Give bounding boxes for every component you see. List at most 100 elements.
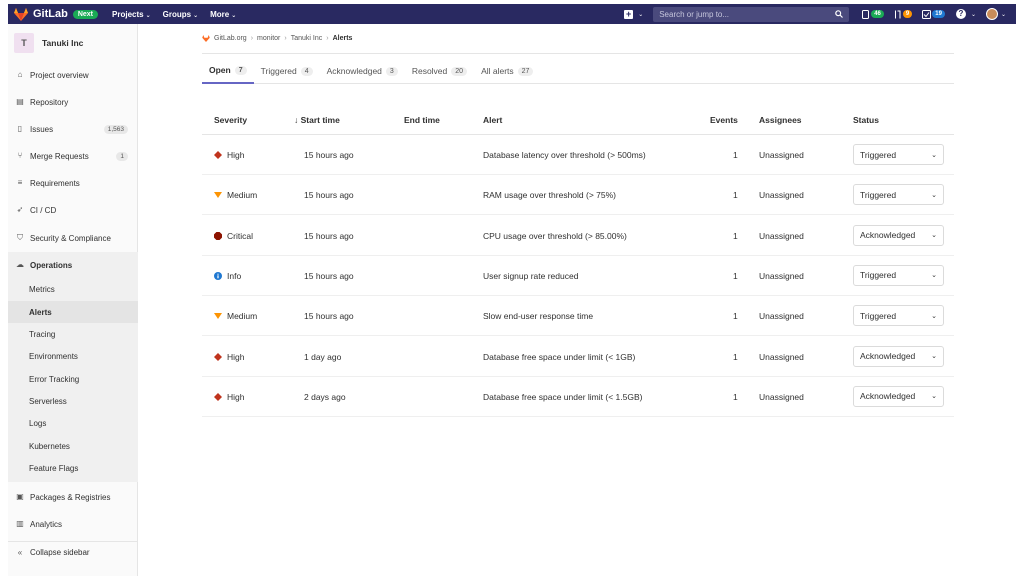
sidebar-subitem-logs[interactable]: Logs	[8, 412, 138, 434]
project-avatar: T	[14, 33, 34, 53]
collapse-sidebar-button[interactable]: « Collapse sidebar	[8, 541, 138, 563]
sidebar-item-operations[interactable]: ☁ Operations	[8, 254, 138, 276]
merge-request-icon	[894, 10, 901, 18]
tab-count: 4	[300, 66, 313, 76]
table-row[interactable]: Medium 15 hours ago Slow end-user response…	[202, 296, 954, 337]
status-dropdown[interactable]: Triggered ⌄	[853, 264, 944, 286]
status-value: Acknowledged	[860, 351, 916, 361]
alert-title-cell[interactable]: User signup rate reduced	[483, 271, 578, 281]
sidebar-item-packages-registries[interactable]: ▣ Packages & Registries	[8, 486, 138, 508]
sidebar-item-merge-requests[interactable]: ⑂ Merge Requests 1	[8, 145, 138, 167]
tab-label: Triggered	[260, 66, 297, 76]
tab-all-alerts[interactable]: All alerts 27	[474, 58, 540, 84]
status-dropdown[interactable]: Acknowledged ⌄	[853, 345, 944, 367]
column-header-severity[interactable]: Severity	[214, 115, 247, 125]
column-header-alert[interactable]: Alert	[483, 115, 502, 125]
status-dropdown[interactable]: Triggered ⌄	[853, 144, 944, 165]
alert-title-cell[interactable]: Slow end-user response time	[483, 311, 593, 321]
assignees-cell: Unassigned	[759, 270, 804, 281]
sidebar-item-repository[interactable]: ▤ Repository	[8, 91, 138, 113]
breadcrumb-tanuki-inc[interactable]: Tanuki Inc	[291, 35, 323, 42]
sidebar-item-ci-cd[interactable]: ➶ CI / CD	[8, 199, 138, 221]
events-cell: 1	[733, 150, 738, 160]
groups-menu[interactable]: Groups ⌄	[163, 10, 198, 19]
sidebar-item-label: Operations	[30, 260, 73, 270]
sidebar-subitem-metrics[interactable]: Metrics	[8, 278, 138, 300]
sidebar-item-label: Analytics	[30, 519, 63, 529]
sidebar-subitem-serverless[interactable]: Serverless	[8, 390, 138, 412]
todos-link[interactable]: 19	[922, 9, 945, 19]
issues-link[interactable]: 46	[862, 9, 884, 19]
breadcrumb-monitor[interactable]: monitor	[257, 35, 280, 42]
merge-requests-link[interactable]: 9	[894, 10, 913, 19]
alert-title-cell[interactable]: Database free space under limit (< 1GB)	[483, 352, 635, 362]
events-cell: 1	[733, 311, 738, 322]
sidebar-item-analytics[interactable]: ▥ Analytics	[8, 513, 138, 535]
severity-high-icon	[214, 151, 222, 159]
severity-cell: High	[214, 150, 244, 160]
search-icon	[835, 10, 844, 18]
tab-label: All alerts	[481, 66, 514, 76]
projects-menu[interactable]: Projects ⌄	[112, 10, 151, 19]
help-dropdown[interactable]: ? ⌄	[955, 9, 976, 19]
column-header-label: Start time	[300, 115, 340, 125]
sidebar-subitem-kubernetes[interactable]: Kubernetes	[8, 435, 138, 457]
severity-label: Medium	[227, 311, 258, 322]
column-header-end-time[interactable]: End time	[404, 115, 440, 125]
table-row[interactable]: High 15 hours ago Database latency over th…	[202, 135, 954, 175]
more-menu-label: More	[210, 9, 230, 19]
column-header-start-time[interactable]: ↓ Start time	[294, 115, 340, 125]
status-dropdown[interactable]: Triggered ⌄	[853, 305, 944, 327]
status-dropdown[interactable]: Acknowledged ⌄	[853, 224, 944, 246]
search-input[interactable]: Search or jump to...	[653, 6, 850, 22]
more-menu[interactable]: More ⌄	[210, 10, 236, 19]
column-header-assignees[interactable]: Assignees	[759, 115, 802, 125]
sidebar-item-project-overview[interactable]: ⌂ Project overview	[8, 64, 138, 86]
table-row[interactable]: Info 15 hours ago User signup rate reduced…	[202, 256, 954, 296]
table-row[interactable]: High 2 days ago Database free space under …	[202, 377, 954, 417]
project-header[interactable]: T Tanuki Inc	[8, 24, 137, 62]
tab-acknowledged[interactable]: Acknowledged 3	[320, 58, 405, 84]
sidebar-subitem-error-tracking[interactable]: Error Tracking	[8, 368, 138, 390]
column-header-events[interactable]: Events	[710, 115, 738, 125]
sidebar-item-security[interactable]: ⛉ Security & Compliance	[8, 227, 138, 249]
status-value: Triggered	[860, 189, 897, 200]
table-row[interactable]: Medium 15 hours ago RAM usage over thresho…	[202, 175, 954, 216]
sidebar-subitem-alerts[interactable]: Alerts	[8, 301, 138, 323]
alert-title-cell[interactable]: RAM usage over threshold (> 75%)	[483, 190, 616, 200]
tab-triggered[interactable]: Triggered 4	[254, 58, 320, 84]
sidebar-item-issues[interactable]: ▯ Issues 1,563	[8, 118, 138, 140]
status-dropdown[interactable]: Triggered ⌄	[853, 184, 944, 206]
breadcrumb-alerts[interactable]: Alerts	[333, 35, 353, 42]
sidebar-subitem-label: Metrics	[29, 284, 55, 294]
sidebar-subitem-feature-flags[interactable]: Feature Flags	[8, 457, 138, 479]
user-avatar[interactable]	[985, 8, 998, 20]
column-header-status[interactable]: Status	[853, 115, 879, 125]
table-row[interactable]: High 1 day ago Database free space under l…	[202, 337, 954, 377]
alert-title-cell[interactable]: Database latency over threshold (> 500ms…	[483, 150, 646, 160]
next-badge[interactable]: Next	[72, 9, 99, 19]
sidebar-subitem-label: Environments	[29, 351, 78, 361]
severity-cell: High	[214, 352, 244, 362]
sidebar-item-label: Repository	[30, 97, 69, 107]
table-row[interactable]: Critical 15 hours ago CPU usage over thres…	[202, 216, 954, 256]
project-name: Tanuki Inc	[42, 38, 84, 48]
tab-open[interactable]: Open 7	[202, 58, 254, 84]
projects-menu-label: Projects	[112, 9, 144, 19]
severity-cell: Info	[214, 271, 241, 281]
alert-title-cell[interactable]: Database free space under limit (< 1.5GB…	[483, 392, 642, 402]
tab-resolved[interactable]: Resolved 20	[405, 58, 474, 84]
sidebar-item-label: Issues	[30, 124, 54, 134]
sidebar-item-requirements[interactable]: ≡ Requirements	[8, 172, 138, 194]
sidebar-subitem-label: Tracing	[29, 329, 56, 339]
status-dropdown[interactable]: Acknowledged ⌄	[853, 385, 944, 407]
chevron-down-icon: ⌄	[931, 151, 937, 159]
requirements-icon: ≡	[17, 178, 23, 187]
sidebar-subitem-environments[interactable]: Environments	[8, 345, 138, 367]
sidebar-subitem-tracing[interactable]: Tracing	[8, 323, 138, 345]
new-item-dropdown[interactable]: + ⌄	[624, 9, 643, 19]
alert-title-cell[interactable]: CPU usage over threshold (> 85.00%)	[483, 231, 627, 241]
breadcrumb-gitlab-org[interactable]: GitLab.org	[214, 35, 247, 42]
gitlab-home-link[interactable]: GitLab	[14, 7, 68, 21]
sidebar-item-label: Requirements	[30, 178, 80, 188]
